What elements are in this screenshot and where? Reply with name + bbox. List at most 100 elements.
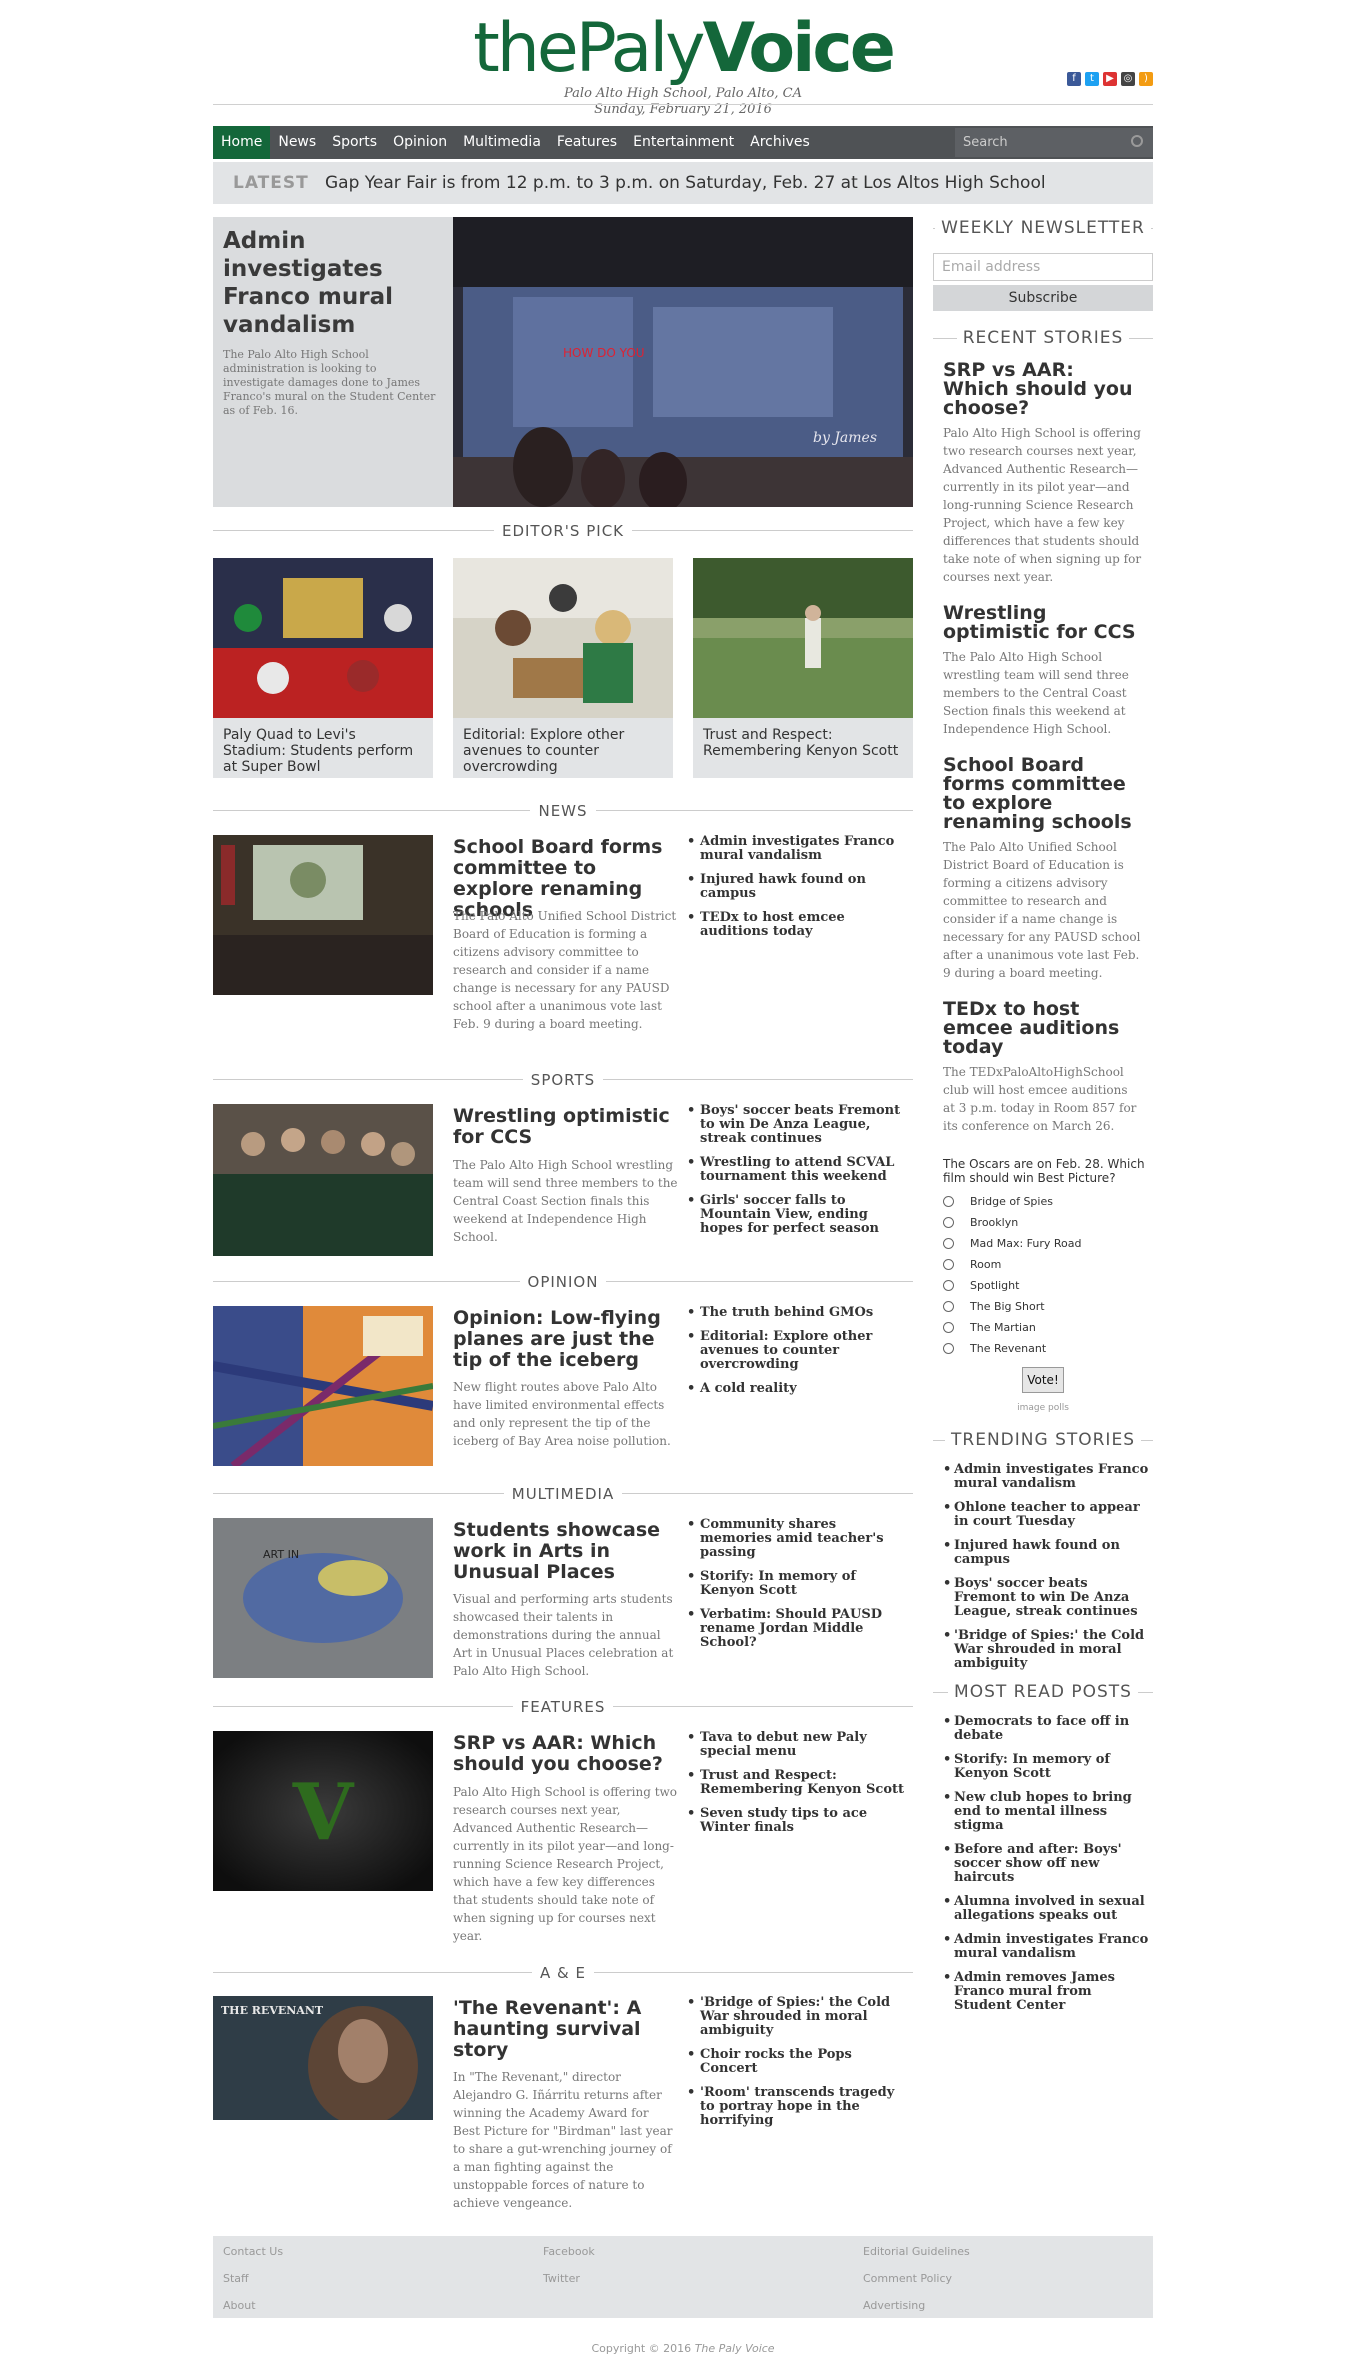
poll-credit[interactable]: image polls [933, 1403, 1153, 1413]
footer-link[interactable]: Facebook [543, 2246, 595, 2258]
poll-option[interactable]: Bridge of Spies [933, 1191, 1153, 1212]
youtube-icon[interactable]: ▶ [1103, 72, 1117, 86]
poll-option[interactable]: The Big Short [933, 1296, 1153, 1317]
hero-title[interactable]: Admin investigates Franco mural vandalis… [223, 227, 443, 339]
vote-button[interactable]: Vote! [1022, 1367, 1064, 1393]
list-item[interactable]: A cold reality [683, 1382, 908, 1397]
footer-link[interactable]: Staff [223, 2273, 283, 2285]
list-item[interactable]: Admin removes James Franco mural from St… [943, 1971, 1153, 2013]
recent-story[interactable]: Wrestling optimistic for CCS The Palo Al… [933, 604, 1153, 738]
list-item[interactable]: Wrestling to attend SCVAL tournament thi… [683, 1156, 908, 1184]
search-input[interactable]: Search [955, 128, 1153, 157]
opinion-thumbnail[interactable] [213, 1306, 433, 1466]
list-item[interactable]: Admin investigates Franco mural vandalis… [683, 835, 908, 863]
footer-link[interactable]: Advertising [863, 2300, 970, 2312]
pick-caption[interactable]: Editorial: Explore other avenues to coun… [453, 718, 673, 778]
footer-link[interactable]: Twitter [543, 2273, 595, 2285]
list-item[interactable]: 'Room' transcends tragedy to portray hop… [683, 2086, 908, 2128]
instagram-icon[interactable]: ◎ [1121, 72, 1135, 86]
recent-story[interactable]: School Board forms committee to explore … [933, 756, 1153, 982]
list-item[interactable]: Tava to debut new Paly special menu [683, 1731, 908, 1759]
poll-option[interactable]: Mad Max: Fury Road [933, 1233, 1153, 1254]
list-item[interactable]: Democrats to face off in debate [943, 1715, 1153, 1743]
list-item[interactable]: Editorial: Explore other avenues to coun… [683, 1330, 908, 1372]
subscribe-button[interactable]: Subscribe [933, 285, 1153, 311]
twitter-icon[interactable]: t [1085, 72, 1099, 86]
list-item[interactable]: Girls' soccer falls to Mountain View, en… [683, 1194, 908, 1236]
nav-multimedia[interactable]: Multimedia [455, 126, 549, 159]
hero-image[interactable]: HOW DO YOU by James [453, 217, 913, 507]
ae-thumbnail[interactable]: THE REVENANT [213, 1996, 433, 2120]
pick-image[interactable] [453, 558, 673, 718]
nav-archives[interactable]: Archives [742, 126, 818, 159]
list-item[interactable]: Community shares memories amid teacher's… [683, 1518, 908, 1560]
footer-link[interactable]: Editorial Guidelines [863, 2246, 970, 2258]
nav-news[interactable]: News [270, 126, 324, 159]
news-thumbnail[interactable] [213, 835, 433, 995]
poll-option[interactable]: The Revenant [933, 1338, 1153, 1359]
sports-thumbnail[interactable] [213, 1104, 433, 1256]
nav-features[interactable]: Features [549, 126, 625, 159]
email-field[interactable]: Email address [933, 253, 1153, 281]
list-item[interactable]: The truth behind GMOs [683, 1306, 908, 1321]
list-item[interactable]: Before and after: Boys' soccer show off … [943, 1843, 1153, 1885]
list-item[interactable]: Admin investigates Franco mural vandalis… [943, 1463, 1153, 1491]
recent-story-title[interactable]: School Board forms committee to explore … [943, 756, 1143, 832]
footer-link[interactable]: About [223, 2300, 283, 2312]
multimedia-headline[interactable]: Students showcase work in Arts in Unusua… [453, 1520, 678, 1583]
footer-link[interactable]: Contact Us [223, 2246, 283, 2258]
pick-caption[interactable]: Paly Quad to Levi's Stadium: Students pe… [213, 718, 433, 778]
radio-icon[interactable] [943, 1322, 954, 1333]
list-item[interactable]: New club hopes to bring end to mental il… [943, 1791, 1153, 1833]
poll-option[interactable]: Room [933, 1254, 1153, 1275]
hero-story[interactable]: Admin investigates Franco mural vandalis… [213, 217, 913, 507]
list-item[interactable]: Storify: In memory of Kenyon Scott [683, 1570, 908, 1598]
radio-icon[interactable] [943, 1196, 954, 1207]
radio-icon[interactable] [943, 1217, 954, 1228]
poll-option[interactable]: Spotlight [933, 1275, 1153, 1296]
recent-story[interactable]: SRP vs AAR: Which should you choose? Pal… [933, 361, 1153, 586]
recent-story-title[interactable]: TEDx to host emcee auditions today [943, 1000, 1143, 1057]
list-item[interactable]: Verbatim: Should PAUSD rename Jordan Mid… [683, 1608, 908, 1650]
pick-image[interactable] [693, 558, 913, 718]
list-item[interactable]: Alumna involved in sexual allegations sp… [943, 1895, 1153, 1923]
pick-image[interactable] [213, 558, 433, 718]
recent-story-title[interactable]: SRP vs AAR: Which should you choose? [943, 361, 1143, 418]
radio-icon[interactable] [943, 1343, 954, 1354]
facebook-icon[interactable]: f [1067, 72, 1081, 86]
list-item[interactable]: Ohlone teacher to appear in court Tuesda… [943, 1501, 1153, 1529]
pick-card[interactable]: Paly Quad to Levi's Stadium: Students pe… [213, 558, 433, 778]
pick-card[interactable]: Editorial: Explore other avenues to coun… [453, 558, 673, 778]
radio-icon[interactable] [943, 1280, 954, 1291]
pick-caption[interactable]: Trust and Respect: Remembering Kenyon Sc… [693, 718, 913, 778]
list-item[interactable]: Storify: In memory of Kenyon Scott [943, 1753, 1153, 1781]
nav-entertainment[interactable]: Entertainment [625, 126, 742, 159]
list-item[interactable]: Injured hawk found on campus [943, 1539, 1153, 1567]
nav-home[interactable]: Home [213, 126, 271, 159]
radio-icon[interactable] [943, 1238, 954, 1249]
radio-icon[interactable] [943, 1259, 954, 1270]
list-item[interactable]: TEDx to host emcee auditions today [683, 911, 908, 939]
list-item[interactable]: 'Bridge of Spies:' the Cold War shrouded… [683, 1996, 908, 2038]
sports-headline[interactable]: Wrestling optimistic for CCS [453, 1106, 678, 1148]
radio-icon[interactable] [943, 1301, 954, 1312]
opinion-headline[interactable]: Opinion: Low-flying planes are just the … [453, 1308, 678, 1371]
list-item[interactable]: Trust and Respect: Remembering Kenyon Sc… [683, 1769, 908, 1797]
ae-headline[interactable]: 'The Revenant': A haunting survival stor… [453, 1998, 678, 2061]
list-item[interactable]: Admin investigates Franco mural vandalis… [943, 1933, 1153, 1961]
list-item[interactable]: Boys' soccer beats Fremont to win De Anz… [683, 1104, 908, 1146]
features-thumbnail[interactable]: V [213, 1731, 433, 1891]
footer-link[interactable]: Comment Policy [863, 2273, 970, 2285]
recent-story-title[interactable]: Wrestling optimistic for CCS [943, 604, 1143, 642]
list-item[interactable]: Seven study tips to ace Winter finals [683, 1807, 908, 1835]
nav-sports[interactable]: Sports [324, 126, 385, 159]
nav-opinion[interactable]: Opinion [385, 126, 455, 159]
rss-icon[interactable]: ) [1139, 72, 1153, 86]
features-headline[interactable]: SRP vs AAR: Which should you choose? [453, 1733, 678, 1775]
recent-story[interactable]: TEDx to host emcee auditions today The T… [933, 1000, 1153, 1135]
latest-headline[interactable]: Gap Year Fair is from 12 p.m. to 3 p.m. … [325, 173, 1046, 193]
poll-option[interactable]: The Martian [933, 1317, 1153, 1338]
poll-option[interactable]: Brooklyn [933, 1212, 1153, 1233]
list-item[interactable]: Injured hawk found on campus [683, 873, 908, 901]
site-logo[interactable]: thePalyVoice [213, 10, 1153, 88]
